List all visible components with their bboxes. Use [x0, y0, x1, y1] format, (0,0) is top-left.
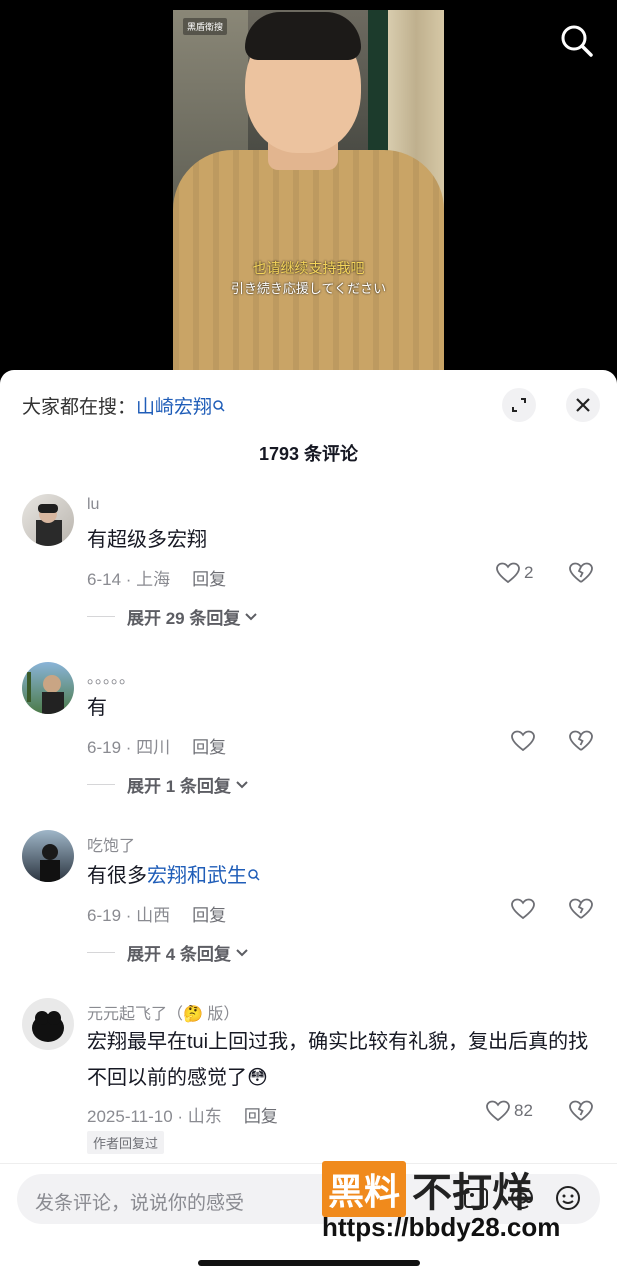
expand-replies[interactable]: 展开 1 条回复	[87, 772, 249, 797]
like-button[interactable]	[511, 898, 535, 920]
reply-button[interactable]: 回复	[192, 738, 226, 757]
broken-heart-icon	[569, 730, 593, 751]
hot-search-prefix: 大家都在搜：	[22, 397, 137, 418]
comments-sheet: 大家都在搜：山崎宏翔 1793 条评论 lu 有超级多宏翔 6-14 · 上海回…	[0, 370, 617, 1280]
comment-text-prefix: 有很多	[87, 865, 147, 887]
watermark-box: 黑料	[322, 1161, 407, 1217]
avatar[interactable]	[22, 662, 74, 714]
username[interactable]: 元元起飞了（🤔 版）	[87, 1000, 239, 1024]
chevron-down-icon	[236, 948, 248, 956]
watermark: 黑料 不打烊	[322, 1160, 532, 1218]
comment-meta: 6-19 · 山西 回复	[87, 901, 226, 926]
reply-button[interactable]: 回复	[244, 1107, 278, 1126]
heart-icon	[511, 898, 535, 920]
comment-date: 6-19 · 四川	[87, 738, 171, 757]
broken-heart-icon	[569, 562, 593, 583]
subtitle-japanese: 引き続き応援してください	[230, 281, 387, 296]
expand-replies-label: 展开 4 条回复	[127, 945, 231, 964]
heart-icon	[496, 562, 520, 584]
watermark-url: https://bbdy28.com	[322, 1212, 561, 1242]
comment-date: 6-14 · 上海	[87, 570, 171, 589]
comment-meta: 6-19 · 四川 回复	[87, 733, 226, 758]
username[interactable]: 。。。。。	[87, 664, 135, 688]
subtitle-chinese: 也请继续支持我吧	[252, 260, 365, 276]
search-small-icon	[212, 397, 226, 418]
dislike-button[interactable]	[568, 562, 594, 589]
expand-replies[interactable]: 展开 4 条回复	[87, 940, 249, 965]
dislike-button[interactable]	[568, 730, 594, 757]
expand-replies-label: 展开 29 条回复	[127, 609, 241, 628]
broken-heart-icon	[569, 898, 593, 919]
video-player[interactable]: 黑盾衛搜 也请继续支持我吧 引き続き応援してください	[0, 0, 617, 380]
channel-badge: 黑盾衛搜	[183, 18, 228, 35]
comment-text: 有很多宏翔和武生	[87, 858, 597, 894]
reply-button[interactable]: 回复	[192, 570, 226, 589]
username[interactable]: 吃饱了	[87, 832, 135, 856]
comment-search-link[interactable]: 宏翔和武生	[147, 865, 247, 887]
avatar[interactable]	[22, 998, 74, 1050]
author-replied-tag: 作者回复过	[87, 1131, 165, 1154]
comment-date: 6-19 · 山西	[87, 906, 171, 925]
broken-heart-icon	[569, 1100, 593, 1121]
chevron-down-icon	[236, 780, 248, 788]
heart-icon	[486, 1100, 510, 1122]
comment-count: 1793 条评论	[258, 444, 359, 464]
like-button[interactable]: 82	[486, 1100, 533, 1122]
like-button[interactable]: 2	[496, 562, 533, 584]
comment-text: 有超级多宏翔	[87, 529, 207, 551]
chevron-down-icon	[245, 612, 258, 620]
comment-meta: 2025-11-10 · 山东 回复	[87, 1102, 278, 1127]
heart-icon	[511, 730, 535, 752]
reply-button[interactable]: 回复	[192, 906, 226, 925]
like-count: 82	[514, 1101, 533, 1120]
search-icon[interactable]	[558, 22, 596, 60]
comment-meta: 6-14 · 上海 回复	[87, 565, 226, 590]
expand-replies-label: 展开 1 条回复	[127, 777, 231, 796]
dislike-button[interactable]	[568, 898, 594, 925]
home-indicator[interactable]	[198, 1260, 420, 1266]
like-button[interactable]	[511, 730, 535, 752]
username[interactable]: lu	[87, 496, 99, 514]
expand-fullscreen-button[interactable]	[502, 388, 536, 422]
avatar[interactable]	[22, 830, 74, 882]
comment-text: 有	[87, 697, 107, 719]
hot-search-term[interactable]: 山崎宏翔	[136, 397, 212, 418]
watermark-text: 不打烊	[412, 1171, 533, 1215]
dislike-button[interactable]	[568, 1100, 594, 1127]
close-icon	[576, 398, 590, 412]
comment-date: 2025-11-10 · 山东	[87, 1107, 222, 1126]
expand-replies[interactable]: 展开 29 条回复	[87, 604, 258, 629]
fullscreen-icon	[512, 398, 526, 412]
hot-search[interactable]: 大家都在搜：山崎宏翔	[22, 392, 226, 419]
close-button[interactable]	[566, 388, 600, 422]
comment-input-placeholder: 发条评论，说说你的感受	[35, 1193, 245, 1214]
like-count: 2	[524, 563, 534, 582]
video-frame: 黑盾衛搜 也请继续支持我吧 引き続き応援してください	[173, 10, 444, 372]
avatar[interactable]	[22, 494, 74, 546]
search-small-icon	[248, 869, 260, 881]
comment-text: 宏翔最早在tui上回过我，确实比较有礼貌，复出后真的找不回以前的感觉了😳	[87, 1031, 589, 1089]
